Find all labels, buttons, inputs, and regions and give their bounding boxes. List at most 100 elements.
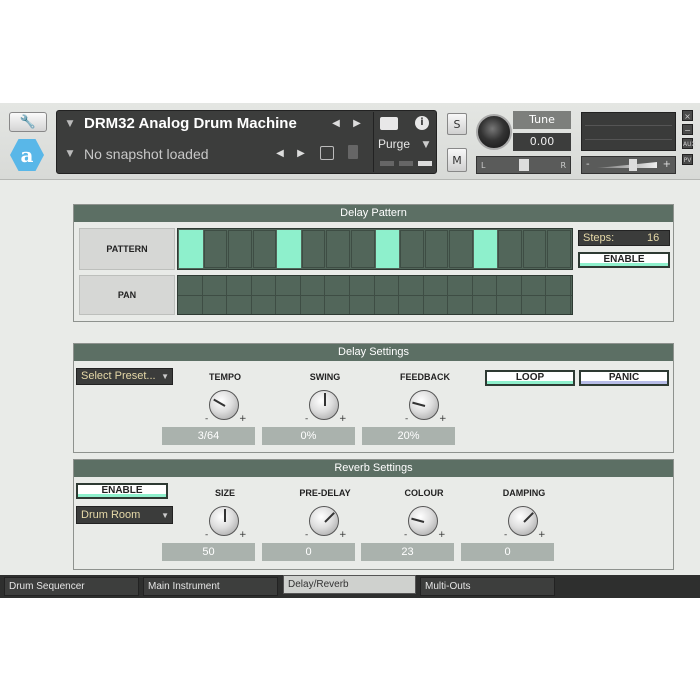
pan-step[interactable] bbox=[376, 295, 400, 314]
minimize-icon[interactable]: − bbox=[682, 124, 693, 135]
pattern-enable-button[interactable]: ENABLE bbox=[578, 252, 670, 268]
pan-slider[interactable]: L R bbox=[476, 156, 571, 174]
knob-value[interactable]: 0% bbox=[262, 427, 355, 445]
pan-step[interactable] bbox=[449, 276, 473, 295]
knob[interactable] bbox=[409, 390, 439, 420]
pan-step[interactable] bbox=[449, 295, 473, 314]
pan-step[interactable] bbox=[425, 276, 449, 295]
pan-step[interactable] bbox=[351, 276, 375, 295]
prev-snapshot-icon[interactable]: ◀ bbox=[274, 148, 286, 160]
pan-step[interactable] bbox=[523, 295, 547, 314]
pattern-step[interactable] bbox=[424, 230, 449, 268]
tab-drum-sequencer[interactable]: Drum Sequencer bbox=[4, 577, 139, 596]
pan-step[interactable] bbox=[425, 295, 449, 314]
pan-step[interactable] bbox=[376, 276, 400, 295]
pan-step[interactable] bbox=[253, 276, 277, 295]
pattern-step-grid[interactable] bbox=[177, 228, 573, 270]
pattern-step[interactable] bbox=[203, 230, 228, 268]
pattern-step[interactable] bbox=[228, 230, 252, 268]
pan-step[interactable] bbox=[228, 276, 252, 295]
snapshot-menu-arrow-icon[interactable]: ▼ bbox=[64, 148, 76, 160]
steps-field[interactable]: Steps: 16 bbox=[578, 230, 670, 246]
pattern-step[interactable] bbox=[449, 230, 473, 268]
knob-value[interactable]: 3/64 bbox=[162, 427, 255, 445]
reverb-enable-button[interactable]: ENABLE bbox=[76, 483, 168, 499]
instrument-title[interactable]: DRM32 Analog Drum Machine bbox=[84, 114, 334, 134]
pan-step[interactable] bbox=[277, 276, 301, 295]
pan-step[interactable] bbox=[547, 295, 571, 314]
aux-button[interactable]: AUX bbox=[682, 138, 696, 149]
panic-button[interactable]: PANIC bbox=[579, 370, 669, 386]
pan-step[interactable] bbox=[547, 276, 571, 295]
camera-icon[interactable] bbox=[380, 117, 398, 130]
volume-handle[interactable] bbox=[629, 159, 637, 171]
tab-main-instrument[interactable]: Main Instrument bbox=[143, 577, 278, 596]
pan-step[interactable] bbox=[179, 276, 203, 295]
knob-value[interactable]: 20% bbox=[362, 427, 455, 445]
pan-step[interactable] bbox=[277, 295, 301, 314]
knob[interactable] bbox=[508, 506, 538, 536]
wrench-icon[interactable]: 🔧 bbox=[9, 112, 47, 132]
pan-step[interactable] bbox=[326, 295, 350, 314]
pan-step[interactable] bbox=[474, 295, 498, 314]
next-instrument-icon[interactable]: ▶ bbox=[351, 118, 363, 130]
purge-menu[interactable]: Purge bbox=[378, 137, 418, 151]
knob-value[interactable]: 0 bbox=[262, 543, 355, 561]
close-icon[interactable]: × bbox=[682, 110, 693, 121]
pan-step[interactable] bbox=[204, 276, 228, 295]
knob-value[interactable]: 50 bbox=[162, 543, 255, 561]
pv-button[interactable]: PV bbox=[682, 154, 693, 165]
tune-knob[interactable] bbox=[476, 114, 512, 150]
reverb-room-select[interactable]: Drum Room ▼ bbox=[76, 506, 173, 524]
loop-button[interactable]: LOOP bbox=[485, 370, 575, 386]
pattern-step[interactable] bbox=[375, 230, 400, 268]
next-snapshot-icon[interactable]: ▶ bbox=[295, 148, 307, 160]
preset-select[interactable]: Select Preset... ▼ bbox=[76, 368, 173, 385]
pattern-step[interactable] bbox=[301, 230, 326, 268]
pattern-step[interactable] bbox=[252, 230, 277, 268]
solo-button[interactable]: S bbox=[447, 113, 467, 135]
pattern-step[interactable] bbox=[547, 230, 571, 268]
knob-value[interactable]: 0 bbox=[461, 543, 554, 561]
mute-button[interactable]: M bbox=[447, 148, 467, 172]
knob[interactable] bbox=[309, 390, 339, 420]
pattern-step[interactable] bbox=[522, 230, 547, 268]
pan-step[interactable] bbox=[228, 295, 252, 314]
tune-value[interactable]: 0.00 bbox=[513, 133, 571, 151]
tab-delay-reverb[interactable]: Delay/Reverb bbox=[283, 575, 416, 594]
knob[interactable] bbox=[309, 506, 339, 536]
volume-slider[interactable]: - + bbox=[581, 156, 676, 174]
pan-step[interactable] bbox=[326, 276, 350, 295]
delete-snapshot-icon[interactable] bbox=[348, 145, 358, 159]
pattern-step[interactable] bbox=[400, 230, 424, 268]
pan-step[interactable] bbox=[400, 295, 424, 314]
snapshot-name[interactable]: No snapshot loaded bbox=[84, 144, 284, 164]
pattern-step[interactable] bbox=[179, 230, 203, 268]
pan-step[interactable] bbox=[498, 295, 522, 314]
knob[interactable] bbox=[209, 506, 239, 536]
pan-slider-handle[interactable] bbox=[519, 159, 529, 171]
prev-instrument-icon[interactable]: ◀ bbox=[330, 118, 342, 130]
pan-step[interactable] bbox=[474, 276, 498, 295]
pan-step[interactable] bbox=[351, 295, 375, 314]
knob[interactable] bbox=[209, 390, 239, 420]
instrument-menu-arrow-icon[interactable]: ▼ bbox=[64, 118, 76, 130]
purge-arrow-icon[interactable]: ▼ bbox=[420, 139, 432, 151]
pan-step-grid[interactable] bbox=[177, 275, 573, 315]
pan-step[interactable] bbox=[498, 276, 522, 295]
pan-step[interactable] bbox=[523, 276, 547, 295]
pan-step[interactable] bbox=[253, 295, 277, 314]
pattern-step[interactable] bbox=[473, 230, 498, 268]
info-icon[interactable]: i bbox=[415, 116, 429, 130]
pattern-step[interactable] bbox=[350, 230, 375, 268]
pattern-step[interactable] bbox=[498, 230, 522, 268]
pattern-step[interactable] bbox=[277, 230, 301, 268]
tab-multi-outs[interactable]: Multi-Outs bbox=[420, 577, 555, 596]
save-snapshot-icon[interactable] bbox=[320, 146, 334, 160]
pan-step[interactable] bbox=[302, 276, 326, 295]
pan-step[interactable] bbox=[302, 295, 326, 314]
pan-step[interactable] bbox=[179, 295, 203, 314]
pan-step[interactable] bbox=[204, 295, 228, 314]
pattern-step[interactable] bbox=[326, 230, 350, 268]
pan-step[interactable] bbox=[400, 276, 424, 295]
